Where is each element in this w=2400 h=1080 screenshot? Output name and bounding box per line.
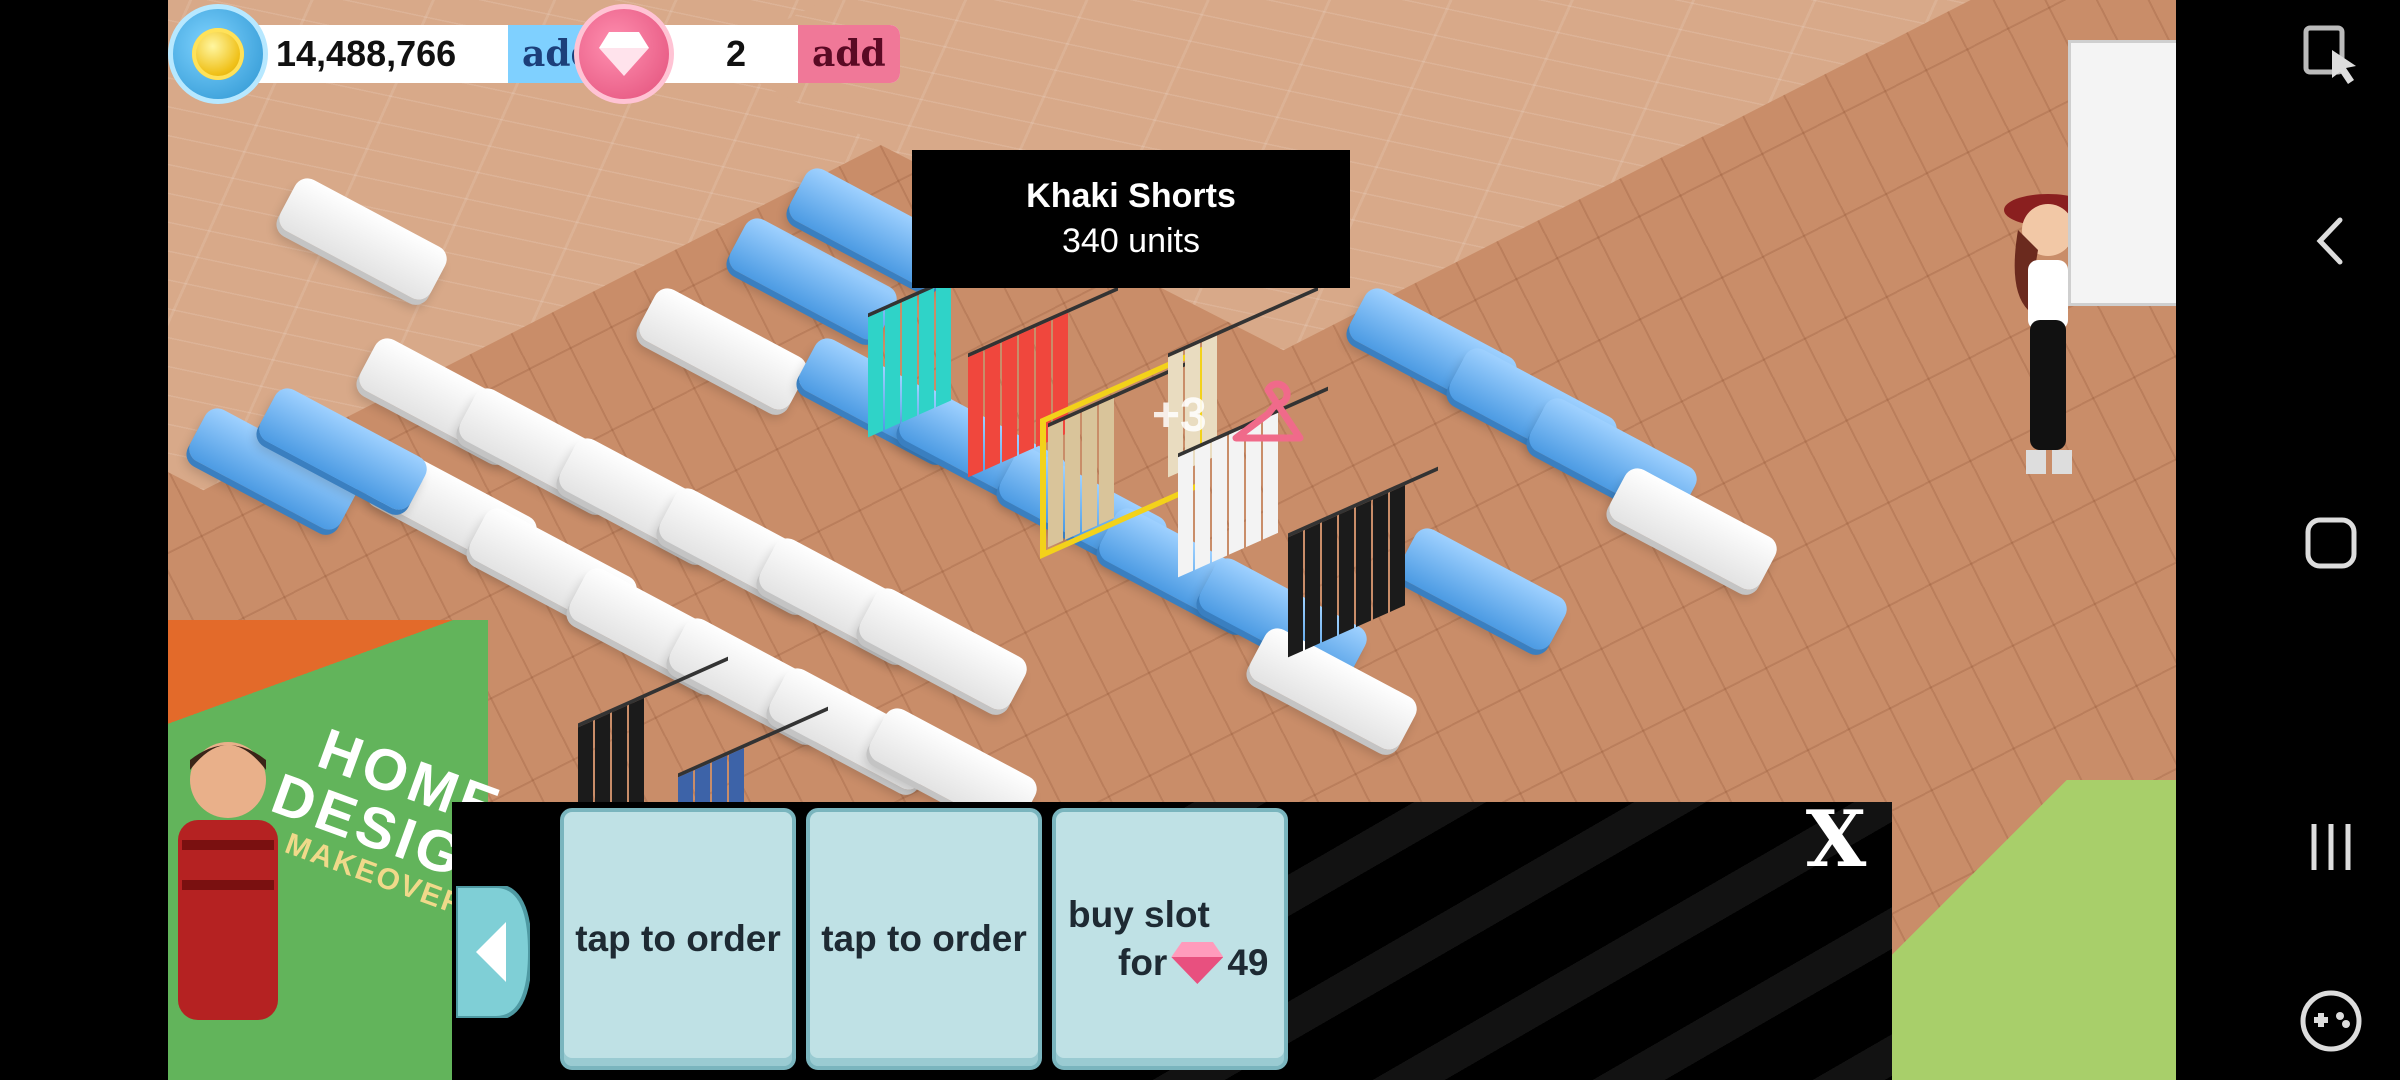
coin-counter: 14,488,766 add: [168, 4, 610, 104]
gamepad-icon[interactable]: [2296, 986, 2366, 1056]
recents-icon[interactable]: [2296, 812, 2366, 882]
ad-character: [178, 742, 278, 1020]
display-table[interactable]: [634, 283, 812, 415]
gem-icon: [574, 4, 674, 104]
buy-slot-button[interactable]: buy slot for 49: [1052, 808, 1288, 1070]
gem-icon: [1171, 942, 1223, 984]
hanger-icon[interactable]: [1230, 378, 1306, 454]
gem-amount: 2: [725, 33, 747, 74]
buy-slot-label: buy slot: [1068, 894, 1210, 935]
order-slot-2[interactable]: tap to order: [806, 808, 1042, 1070]
gem-counter: 2 add: [574, 4, 900, 104]
gem-amount-box: 2 add: [652, 25, 900, 83]
order-slot-1-label: tap to order: [575, 918, 781, 959]
item-units: 340 units: [1062, 222, 1200, 260]
screen-pointer-icon[interactable]: [2296, 20, 2366, 90]
chevron-left-icon[interactable]: [2296, 206, 2366, 276]
system-nav-bar: [2176, 0, 2400, 1080]
add-gems-button[interactable]: add: [798, 25, 900, 83]
coin-icon: [168, 4, 268, 104]
display-table[interactable]: [854, 583, 1032, 715]
order-slot-2-label: tap to order: [821, 918, 1027, 959]
coin-amount-box: 14,488,766 add: [246, 25, 610, 83]
shoe-shelf[interactable]: [2068, 40, 2176, 306]
buy-slot-price-row: for 49: [1118, 942, 1268, 984]
back-arrow-icon[interactable]: [456, 886, 530, 1018]
item-tooltip: Khaki Shorts 340 units: [912, 150, 1350, 288]
order-slot-1[interactable]: tap to order: [560, 808, 796, 1070]
ad-banner[interactable]: HOME DESIGN MAKEOVER: [168, 620, 517, 1080]
restock-count-badge: +3: [1152, 389, 1207, 442]
buy-slot-price: 49: [1227, 942, 1269, 983]
coin-amount: 14,488,766: [276, 33, 457, 74]
item-name: Khaki Shorts: [1026, 177, 1236, 215]
buy-slot-for: for: [1118, 942, 1168, 983]
close-panel-button[interactable]: X: [1798, 801, 1874, 879]
square-home-icon[interactable]: [2296, 508, 2366, 578]
